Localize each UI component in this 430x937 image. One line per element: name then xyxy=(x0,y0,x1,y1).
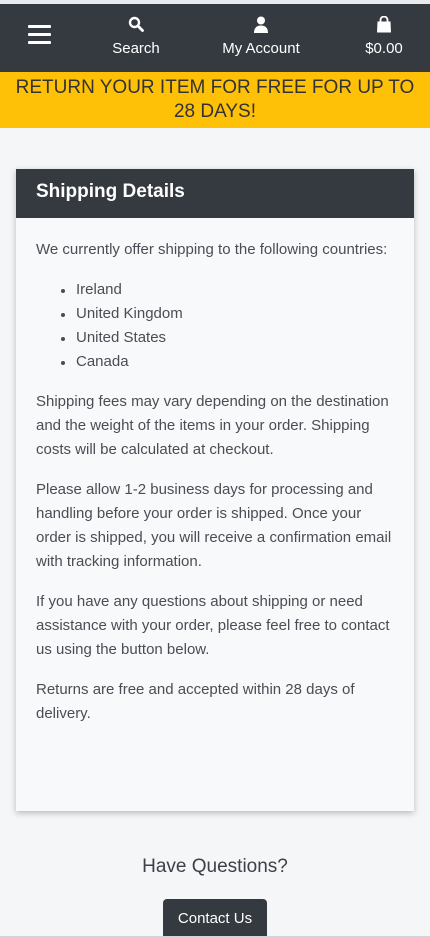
navbar: Search My Account $0.00 xyxy=(0,4,430,72)
promo-banner: RETURN YOUR ITEM FOR FREE FOR UP TO 28 D… xyxy=(0,72,430,128)
shipping-fees-text: Shipping fees may vary depending on the … xyxy=(36,393,389,458)
user-icon xyxy=(212,16,310,36)
menu-bar xyxy=(28,41,51,44)
menu-bar xyxy=(28,33,51,36)
have-questions-heading: Have Questions? xyxy=(142,856,288,877)
cart-link[interactable]: $0.00 xyxy=(356,16,412,57)
returns-text: Returns are free and accepted within 28 … xyxy=(36,681,355,722)
country-item: Ireland xyxy=(60,278,394,302)
shipping-details-card: Shipping Details We currently offer ship… xyxy=(16,169,414,811)
hamburger-icon[interactable] xyxy=(22,22,58,52)
my-account-link[interactable]: My Account xyxy=(212,16,310,57)
country-item: United States xyxy=(60,326,394,350)
shipping-details-title: Shipping Details xyxy=(16,169,414,218)
menu-bar xyxy=(28,25,51,28)
search-icon xyxy=(106,16,166,36)
country-list: Ireland United Kingdom United States Can… xyxy=(60,278,394,374)
country-item: United Kingdom xyxy=(60,302,394,326)
processing-text: Please allow 1-2 business days for proce… xyxy=(36,481,392,570)
shopping-bag-icon xyxy=(356,16,412,36)
my-account-label: My Account xyxy=(222,40,300,57)
cart-total: $0.00 xyxy=(365,40,403,57)
shipping-intro: We currently offer shipping to the follo… xyxy=(36,241,388,258)
contact-us-button[interactable]: Contact Us xyxy=(163,899,267,937)
search-link[interactable]: Search xyxy=(106,16,166,57)
questions-text: If you have any questions about shipping… xyxy=(36,593,390,658)
country-item: Canada xyxy=(60,350,394,374)
search-label: Search xyxy=(112,40,160,57)
shipping-details-body: We currently offer shipping to the follo… xyxy=(16,218,414,726)
promo-banner-text: RETURN YOUR ITEM FOR FREE FOR UP TO 28 D… xyxy=(15,77,415,122)
